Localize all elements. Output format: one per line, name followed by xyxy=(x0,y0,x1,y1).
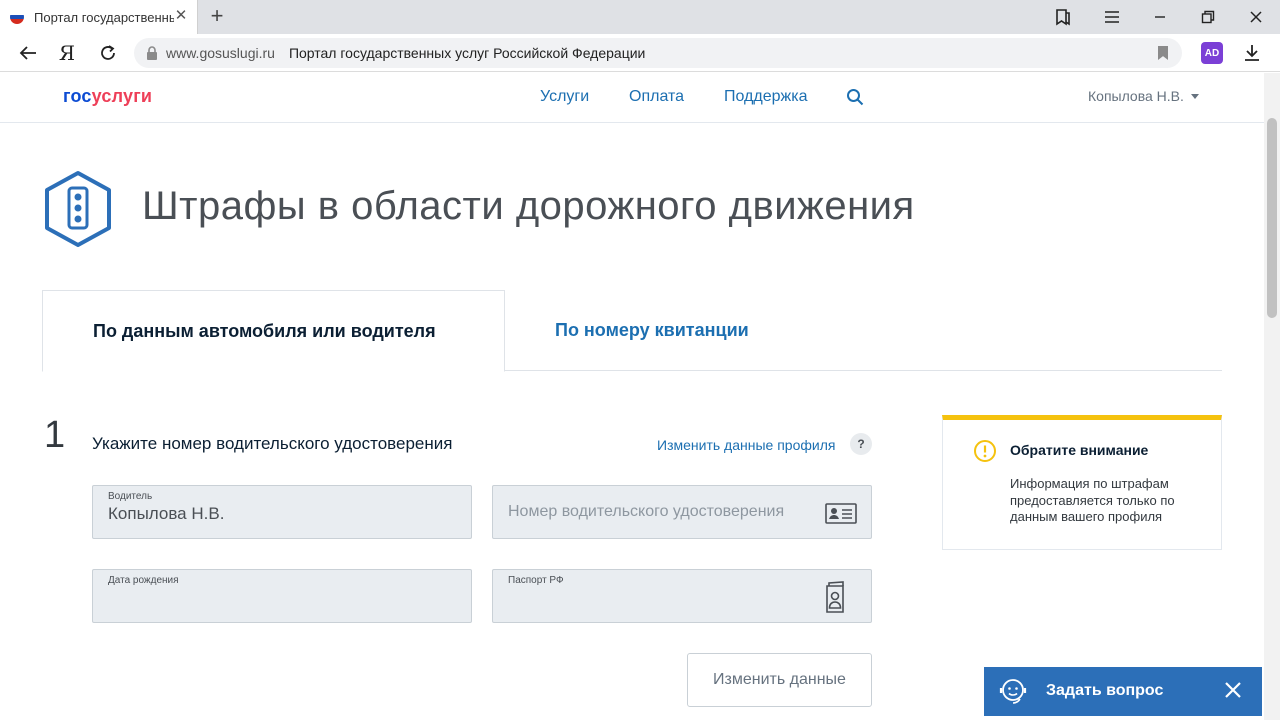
change-data-button[interactable]: Изменить данные xyxy=(687,653,872,707)
gosuslugi-logo[interactable]: госуслуги xyxy=(63,86,152,107)
robot-chat-icon xyxy=(999,679,1027,704)
step-title: Укажите номер водительского удостоверени… xyxy=(92,434,453,453)
chevron-down-icon xyxy=(1190,93,1199,99)
nav-link-services[interactable]: Услуги xyxy=(540,88,589,106)
menu-icon[interactable] xyxy=(1089,0,1135,34)
driver-field-value: Копылова Н.В. xyxy=(108,504,225,523)
minimize-icon[interactable] xyxy=(1137,0,1183,34)
ask-question-widget[interactable]: Задать вопрос xyxy=(984,667,1262,716)
restore-icon[interactable] xyxy=(1185,0,1231,34)
close-icon[interactable] xyxy=(1222,679,1244,701)
edit-profile-link[interactable]: Изменить данные профиля xyxy=(657,437,835,453)
notice-text: Информация по штрафам предоставляется то… xyxy=(1010,476,1175,524)
id-card-icon xyxy=(825,503,857,524)
bookmark-icon[interactable] xyxy=(1158,46,1168,60)
url-page-title: Портал государственных услуг Российской … xyxy=(288,45,646,61)
notice-title: Обратите внимание xyxy=(1010,442,1149,458)
page-title: Штрафы в области дорожного движения xyxy=(142,184,915,228)
driver-field[interactable]: Водитель Копылова Н.В. xyxy=(92,485,472,539)
bookmarks-panel-icon[interactable] xyxy=(1040,0,1086,34)
license-number-placeholder: Номер водительского удостоверения xyxy=(508,503,785,520)
help-icon[interactable]: ? xyxy=(850,433,872,455)
nav-link-support[interactable]: Поддержка xyxy=(724,88,807,106)
back-arrow-icon[interactable] xyxy=(14,39,42,67)
browser-tab-strip: Портал государственны ✕ + xyxy=(0,0,1280,34)
nav-link-payment[interactable]: Оплата xyxy=(629,88,684,106)
tab-close-icon[interactable]: ✕ xyxy=(173,8,189,24)
ask-question-label: Задать вопрос xyxy=(1046,682,1164,699)
passport-icon xyxy=(826,581,844,613)
tab-title: Портал государственны xyxy=(34,9,174,25)
tab-by-car-or-driver[interactable]: По данным автомобиля или водителя xyxy=(42,290,505,372)
driver-field-label: Водитель xyxy=(108,491,153,502)
url-field[interactable]: www.gosuslugi.ru Портал государственных … xyxy=(134,38,1182,68)
license-number-field[interactable]: Номер водительского удостоверения xyxy=(492,485,872,539)
new-tab-button[interactable]: + xyxy=(205,4,229,28)
search-icon[interactable] xyxy=(845,87,865,107)
search-mode-tabs: По данным автомобиля или водителя По ном… xyxy=(42,290,1222,372)
step-number: 1 xyxy=(44,414,66,456)
user-menu[interactable]: Копылова Н.В. xyxy=(1088,88,1199,104)
site-header: госуслуги Услуги Оплата Поддержка Копыло… xyxy=(0,73,1264,123)
address-toolbar: Я www.gosuslugi.ru Портал государственны… xyxy=(0,34,1280,72)
download-icon[interactable] xyxy=(1238,39,1266,67)
passport-field[interactable]: Паспорт РФ xyxy=(492,569,872,623)
reload-icon[interactable] xyxy=(94,39,122,67)
extension-icon[interactable]: AD xyxy=(1201,42,1223,64)
notice-card: Обратите внимание Информация по штрафам … xyxy=(942,415,1222,550)
lock-icon xyxy=(147,46,157,60)
tab-by-receipt-number[interactable]: По номеру квитанции xyxy=(555,290,749,371)
yandex-button[interactable]: Я xyxy=(53,39,81,67)
traffic-light-icon xyxy=(45,171,111,247)
page-scrollbar[interactable] xyxy=(1264,73,1280,720)
passport-label: Паспорт РФ xyxy=(508,575,564,586)
birth-date-field[interactable]: Дата рождения xyxy=(92,569,472,623)
warning-icon xyxy=(974,440,996,462)
close-window-icon[interactable] xyxy=(1233,0,1279,34)
scrollbar-thumb[interactable] xyxy=(1267,118,1277,318)
birth-date-label: Дата рождения xyxy=(108,575,179,586)
russian-flag-favicon-icon xyxy=(10,10,24,24)
browser-tab[interactable]: Портал государственны ✕ xyxy=(0,0,198,34)
url-host: www.gosuslugi.ru xyxy=(166,45,275,61)
user-name: Копылова Н.В. xyxy=(1088,88,1184,104)
